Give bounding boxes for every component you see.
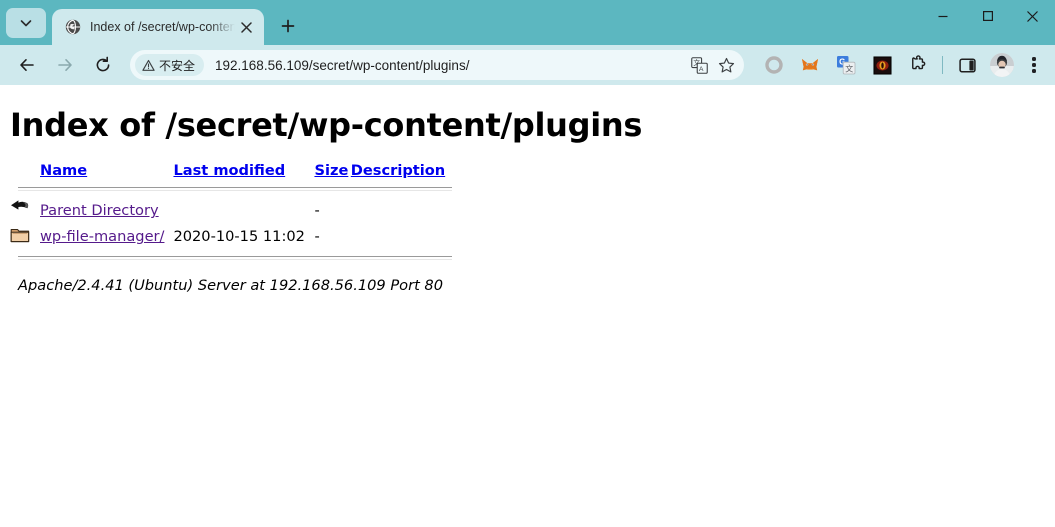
metamask-fox-icon[interactable] [796, 51, 824, 79]
table-row: Parent Directory - [10, 198, 452, 224]
url-text[interactable]: 192.168.56.109/secret/wp-content/plugins… [215, 58, 686, 73]
page-title: Index of /secret/wp-content/plugins [10, 106, 643, 144]
translate-icon[interactable]: 文 A [686, 52, 712, 78]
minimize-button[interactable] [920, 0, 965, 32]
window-controls [920, 0, 1055, 45]
table-header-divider-cell [10, 181, 452, 198]
chrome-menu-button[interactable] [1021, 51, 1047, 79]
toolbar-divider [942, 56, 943, 74]
horizontal-rule [18, 186, 452, 191]
reload-icon [96, 56, 110, 72]
close-icon [240, 21, 252, 33]
sort-by-description[interactable]: Description [351, 162, 445, 179]
menu-dot [1032, 57, 1036, 61]
row-last-modified-cell [173, 198, 314, 224]
ring-extension-icon[interactable] [760, 51, 788, 79]
header-size: Size [314, 162, 350, 181]
minimize-icon [938, 15, 947, 18]
page-content: Index of /secret/wp-content/plugins Name… [0, 85, 1055, 527]
new-tab-button[interactable] [274, 12, 302, 40]
arrow-left-icon [20, 59, 34, 71]
table-header-row: Name Last modified Size Description [10, 162, 452, 181]
header-icon-column [10, 162, 40, 181]
link-parent-directory[interactable]: Parent Directory [40, 202, 159, 219]
parent-directory-icon [10, 198, 40, 224]
puzzle-piece-icon[interactable] [904, 51, 932, 79]
forward-button[interactable] [50, 50, 80, 80]
warning-triangle-icon [142, 59, 155, 71]
address-bar[interactable]: 不安全 192.168.56.109/secret/wp-content/plu… [130, 50, 744, 80]
close-icon [1027, 10, 1038, 22]
security-badge-label: 不安全 [159, 58, 196, 73]
extensions-area: G 文 [756, 51, 1047, 79]
back-button[interactable] [12, 50, 42, 80]
globe-icon [64, 19, 81, 36]
row-size-cell: - [314, 202, 320, 220]
server-signature: Apache/2.4.41 (Ubuntu) Server at 192.168… [18, 276, 444, 294]
tab-strip: Index of /secret/wp-content/ [0, 0, 1055, 45]
menu-dot [1032, 63, 1036, 67]
browser-toolbar: 不安全 192.168.56.109/secret/wp-content/plu… [0, 45, 1055, 85]
row-last-modified-cell: 2020-10-15 11:02 [173, 228, 305, 246]
table-header: Name Last modified Size Description [10, 162, 452, 198]
site-security-badge[interactable]: 不安全 [135, 54, 205, 76]
menu-dot [1032, 69, 1036, 73]
table-row: wp-file-manager/ 2020-10-15 11:02 - [10, 224, 452, 250]
table-header-divider-row [10, 181, 452, 198]
bookmark-star-icon[interactable] [713, 52, 739, 78]
header-description: Description [351, 162, 452, 181]
row-size-cell: - [314, 228, 320, 246]
tab-title: Index of /secret/wp-content/ [90, 20, 235, 34]
sort-by-size[interactable]: Size [314, 162, 348, 179]
row-name-cell: wp-file-manager/ [40, 224, 173, 250]
side-panel-icon[interactable] [953, 51, 981, 79]
link-wp-file-manager[interactable]: wp-file-manager/ [40, 228, 164, 245]
tab-search-button[interactable] [6, 8, 46, 38]
maximize-icon [982, 11, 993, 22]
folder-icon [10, 224, 40, 250]
plus-icon [281, 19, 295, 33]
row-description-cell [351, 224, 452, 250]
chevron-down-icon [20, 20, 32, 27]
directory-listing-table: Name Last modified Size Description Pare… [10, 162, 452, 267]
svg-text:A: A [699, 65, 704, 72]
sort-by-last-modified[interactable]: Last modified [173, 162, 285, 179]
row-name-cell: Parent Directory [40, 198, 173, 224]
table-footer-divider-row [10, 250, 452, 267]
browser-window: Index of /secret/wp-content/ 不安全 192.168… [0, 0, 1055, 527]
row-description-cell [351, 198, 452, 224]
header-last-modified: Last modified [173, 162, 314, 181]
table-body: Parent Directory - wp-file-manager/ 2020… [10, 198, 452, 267]
svg-text:文: 文 [845, 64, 853, 74]
header-name: Name [40, 162, 173, 181]
table-footer-divider-cell [10, 250, 452, 267]
sort-by-name[interactable]: Name [40, 162, 87, 179]
google-translate-extension-icon[interactable]: G 文 [832, 51, 860, 79]
avatar[interactable] [990, 53, 1014, 77]
arrow-right-icon [58, 59, 72, 71]
maximize-button[interactable] [965, 0, 1010, 32]
dark-eye-extension-icon[interactable] [868, 51, 896, 79]
browser-tab[interactable]: Index of /secret/wp-content/ [52, 9, 264, 45]
tab-close-button[interactable] [235, 16, 257, 38]
horizontal-rule [18, 255, 452, 260]
close-button[interactable] [1010, 0, 1055, 32]
reload-button[interactable] [88, 50, 118, 80]
